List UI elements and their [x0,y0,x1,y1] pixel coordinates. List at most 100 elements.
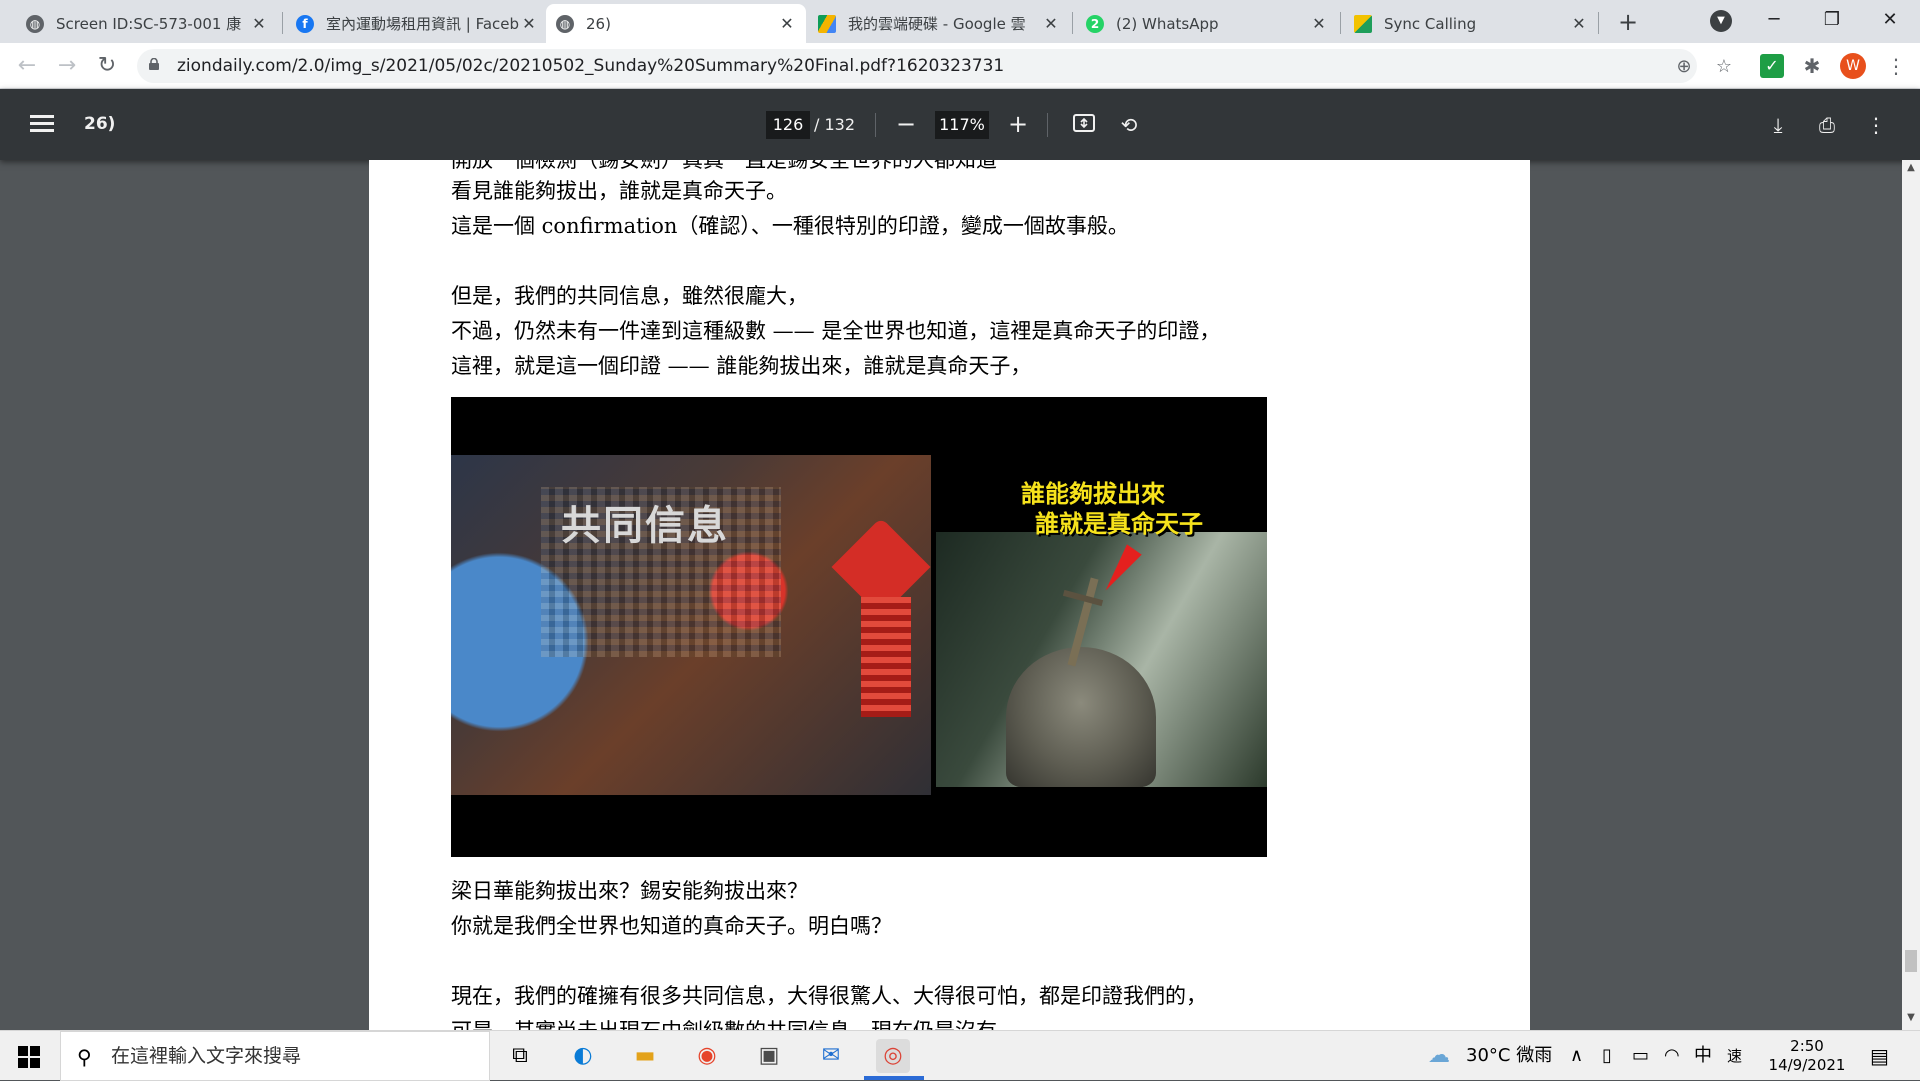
page-total: / 132 [814,115,856,134]
slide-right-title-line2: 誰就是真命天子 [1035,510,1203,538]
tab-divider [282,12,283,34]
tab-pdf-active[interactable]: ◍ 26) ✕ [546,4,806,43]
edge-browser-icon[interactable]: ◐ [566,1039,600,1073]
zoom-level-input[interactable]: 117% [935,111,989,139]
address-bar[interactable]: ziondaily.com/2.0/img_s/2021/05/02c/2021… [137,49,1732,83]
text-line: 看見誰能夠拔出，誰就是真命天子。 [451,179,787,203]
search-icon: ⚲ [77,1045,92,1069]
device-icon[interactable]: ▯ [1602,1031,1612,1081]
file-explorer-icon[interactable]: ▬ [628,1039,662,1073]
close-icon[interactable]: ✕ [778,14,796,33]
tab-title: 26) [586,14,611,33]
tab-facebook[interactable]: f 室內運動場租用資訊 | Faceb ✕ [286,4,548,43]
tab-title: Sync Calling [1384,14,1477,33]
new-tab-button[interactable]: + [1612,6,1644,38]
extension-check-icon[interactable]: ✓ [1760,54,1784,78]
google-drive-icon [818,14,836,33]
zoom-in-button[interactable]: + [1004,111,1032,139]
tab-sync-calling[interactable]: Sync Calling ✕ [1344,4,1598,43]
back-arrow-icon[interactable]: ← [12,51,42,81]
facebook-icon: f [296,14,314,33]
text-line: 這是一個 confirmation（確認）、一種很特別的印證，變成一個故事般。 [451,214,1129,238]
minimize-button[interactable]: ─ [1745,0,1803,43]
window-close-button[interactable]: ✕ [1861,0,1919,43]
tab-divider [1072,12,1073,34]
slide-image: 共同信息 誰能夠拔出來 誰就是真命天子 [451,397,1267,857]
scroll-down-arrow-icon[interactable]: ▼ [1902,1012,1920,1028]
close-icon[interactable]: ✕ [1042,14,1060,33]
whatsapp-icon: 2 [1086,14,1104,33]
tab-google-drive[interactable]: 我的雲端硬碟 - Google 雲 ✕ [808,4,1070,43]
print-icon[interactable]: ⎙ [1813,111,1841,139]
page-number-input[interactable]: 126 [766,111,810,139]
hamburger-menu-icon[interactable] [28,111,56,139]
url-text[interactable]: ziondaily.com/2.0/img_s/2021/05/02c/2021… [177,49,1004,83]
scrollbar-track[interactable] [1902,160,1920,1030]
profile-avatar[interactable]: W [1840,53,1866,79]
store-icon[interactable]: ▣ [752,1039,786,1073]
forward-arrow-icon[interactable]: → [52,51,82,81]
scrollbar-thumb[interactable] [1905,950,1917,972]
chrome-app-icon[interactable]: ◉ [690,1039,724,1073]
text-line: 這裡，就是這一個印證 —— 誰能夠拔出來，誰就是真命天子， [451,354,1032,378]
windows-taskbar: ⚲ 在這裡輸入文字來搜尋 ⧉ ◐ ▬ ◉ ▣ ✉ ◎ ☁ 30°C 微雨 ∧ ▯… [0,1030,1920,1081]
pdf-title: 26) [84,114,116,134]
tab-strip: ◍ Screen ID:SC-573-001 康 ✕ f 室內運動場租用資訊 |… [0,0,1920,43]
globe-icon: ◍ [556,14,574,33]
close-icon[interactable]: ✕ [1310,14,1328,33]
browser-toolbar: ← → ↻ ziondaily.com/2.0/img_s/2021/05/02… [0,43,1920,89]
more-actions-icon[interactable]: ⋮ [1862,111,1890,139]
tab-search-icon[interactable]: ▼ [1710,10,1732,32]
bookmark-star-icon[interactable]: ☆ [1712,55,1736,79]
slide-right-title-line1: 誰能夠拔出來 [1021,480,1165,508]
zoom-out-button[interactable]: − [892,111,920,139]
fit-to-page-icon[interactable] [1070,111,1098,139]
tab-screen-id[interactable]: ◍ Screen ID:SC-573-001 康 ✕ [16,4,278,43]
toolbar-divider [875,113,876,137]
rotate-icon[interactable]: ⟲ [1115,111,1143,139]
close-icon[interactable]: ✕ [520,14,538,33]
ime-mode-indicator[interactable]: 速 [1727,1031,1742,1081]
clock-time: 2:50 [1790,1037,1824,1055]
browser-menu-icon[interactable]: ⋮ [1884,54,1908,78]
clock-date: 14/9/2021 [1768,1056,1846,1074]
battery-icon[interactable]: ▭ [1632,1031,1649,1081]
reload-icon[interactable]: ↻ [92,51,122,81]
task-view-icon[interactable]: ⧉ [503,1039,537,1073]
ime-indicator[interactable]: 中 [1694,1031,1712,1081]
system-clock[interactable]: 2:50 14/9/2021 [1762,1037,1852,1075]
tab-title: Screen ID:SC-573-001 康 [56,15,242,33]
show-hidden-icons-chevron-icon[interactable]: ∧ [1570,1031,1583,1081]
text-line: 梁日華能夠拔出來？錫安能夠拔出來？ [451,879,808,903]
scroll-up-arrow-icon[interactable]: ▲ [1902,162,1920,178]
close-icon[interactable]: ✕ [1570,14,1588,33]
tab-divider [1598,12,1599,34]
zoom-magnifier-icon[interactable]: ⊕ [1672,55,1696,79]
weather-text[interactable]: 30°C 微雨 [1466,1031,1552,1081]
slide-right-title: 誰能夠拔出來 誰就是真命天子 [1021,479,1203,539]
text-line: 不過，仍然未有一件達到這種級數 —— 是全世界也知道，這裡是真命天子的印證， [451,319,1221,343]
mail-icon[interactable]: ✉ [814,1039,848,1073]
pdf-toolbar: 26) 126 / 132 − 117% + ⟲ ⤓ ⎙ ⋮ [0,89,1920,160]
network-wifi-icon[interactable]: ◠ [1664,1031,1680,1081]
text-line: 但是，我們的共同信息，雖然很龐大， [451,284,808,308]
active-app-indicator [864,1076,924,1080]
taskbar-search-box[interactable]: ⚲ 在這裡輸入文字來搜尋 [60,1031,490,1081]
chrome-active-icon[interactable]: ◎ [876,1039,910,1073]
toolbar-divider [1047,113,1048,137]
stone-image [1006,647,1156,787]
notification-center-icon[interactable]: ▤ [1870,1031,1889,1081]
download-icon[interactable]: ⤓ [1764,111,1792,139]
text-line: 可是，其實尚未出現石中劍級數的共同信息，現在仍是沒有。 [451,1015,1018,1030]
sync-calling-icon [1354,14,1372,33]
restore-button[interactable]: ❐ [1803,0,1861,43]
extensions-puzzle-icon[interactable]: ✱ [1800,54,1824,78]
close-icon[interactable]: ✕ [250,14,268,33]
tab-whatsapp[interactable]: 2 (2) WhatsApp ✕ [1076,4,1338,43]
globe-icon: ◍ [26,14,44,33]
weather-icon[interactable]: ☁ [1428,1031,1450,1081]
lock-icon[interactable] [149,58,159,70]
windows-start-icon[interactable] [18,1046,40,1068]
text-line: 現在，我們的確擁有很多共同信息，大得很驚人、大得很可怕，都是印證我們的， [451,984,1207,1008]
tab-title: (2) WhatsApp [1116,14,1219,33]
